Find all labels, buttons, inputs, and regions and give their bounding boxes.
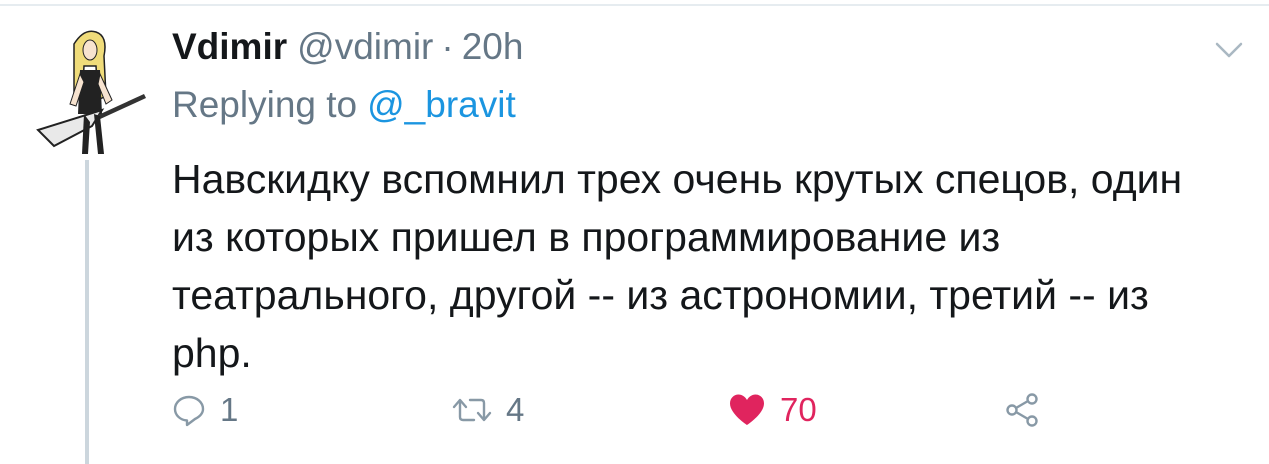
display-name[interactable]: Vdimir bbox=[172, 26, 287, 68]
avatar[interactable] bbox=[32, 26, 150, 156]
tweet-header: Vdimir @vdimir · 20h bbox=[172, 26, 523, 78]
reply-prefix: Replying to bbox=[172, 84, 358, 125]
like-button[interactable]: 70 bbox=[728, 388, 817, 432]
thread-line bbox=[85, 160, 89, 464]
share-button[interactable] bbox=[1004, 388, 1040, 432]
reply-icon bbox=[173, 395, 205, 427]
separator-dot: · bbox=[441, 26, 454, 67]
tweet-text: Навскидку вспомнил трех очень крутых спе… bbox=[172, 156, 1183, 376]
action-bar: 1 4 70 bbox=[172, 388, 1072, 432]
reply-target-link[interactable]: @_bravit bbox=[367, 84, 516, 125]
chevron-down-icon[interactable] bbox=[1214, 40, 1244, 60]
retweet-icon bbox=[452, 398, 492, 422]
retweet-button[interactable]: 4 bbox=[452, 388, 524, 432]
heart-icon bbox=[730, 394, 764, 425]
retweet-count: 4 bbox=[506, 391, 525, 428]
timestamp[interactable]: 20h bbox=[462, 26, 524, 68]
user-handle[interactable]: @vdimir bbox=[297, 26, 433, 68]
tweet[interactable]: Vdimir @vdimir · 20h Replying to @_bravit… bbox=[0, 0, 1269, 464]
reply-button[interactable]: 1 bbox=[172, 388, 238, 432]
like-count: 70 bbox=[780, 391, 817, 428]
reply-context: Replying to @_bravit bbox=[172, 84, 516, 126]
share-icon bbox=[1006, 393, 1038, 427]
reply-count: 1 bbox=[220, 391, 239, 428]
